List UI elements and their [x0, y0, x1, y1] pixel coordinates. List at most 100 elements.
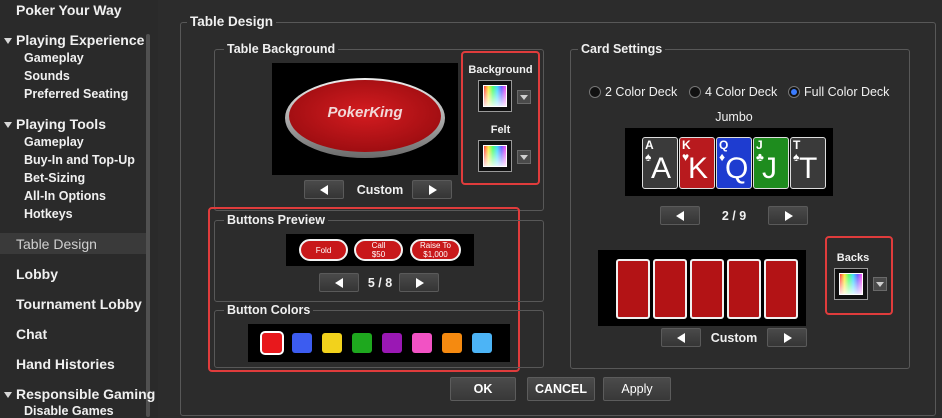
sidebar-group-playing-tools[interactable]: Playing Tools [16, 116, 106, 132]
card-back [727, 259, 761, 319]
playing-card: Q ♦ Q [716, 137, 752, 189]
button-color-swatch[interactable] [322, 333, 342, 353]
card-size-label: Jumbo [715, 110, 753, 124]
fold-preview-button: Fold [299, 239, 348, 261]
backs-prev-button[interactable] [661, 328, 701, 347]
playing-card: J ♣ J [753, 137, 789, 189]
button-color-swatch[interactable] [442, 333, 462, 353]
call-preview-button: Call $50 [354, 239, 403, 261]
color-spectrum-icon [839, 273, 863, 295]
fold-preview-label: Fold [315, 245, 332, 255]
pokerking-logo: PokerKing [327, 104, 403, 121]
sidebar-item-sounds[interactable]: Sounds [24, 69, 70, 83]
arrow-left-icon [335, 278, 343, 288]
button-color-swatch[interactable] [412, 333, 432, 353]
arrow-left-icon [676, 211, 684, 221]
sidebar-item-lobby[interactable]: Lobby [16, 266, 58, 282]
ok-button[interactable]: OK [450, 377, 516, 401]
raise-preview-amount: $1,000 [423, 250, 448, 259]
felt-color-picker[interactable] [478, 140, 512, 172]
sidebar-item-poker-your-way[interactable]: Poker Your Way [16, 2, 122, 18]
button-colors-title: Button Colors [224, 303, 314, 317]
backs-next-button[interactable] [767, 328, 807, 347]
cards-page-indicator: 2 / 9 [721, 209, 747, 223]
label-full-color-deck: Full Color Deck [804, 85, 890, 99]
arrow-right-icon [784, 333, 792, 343]
sidebar-item-table-design[interactable]: Table Design [16, 236, 97, 252]
backs-dropdown-button[interactable] [873, 277, 887, 291]
sidebar-item-chat[interactable]: Chat [16, 326, 47, 342]
buttons-prev-button[interactable] [319, 273, 359, 292]
chevron-down-icon[interactable] [4, 122, 12, 128]
table-design-panel: Table Design Table Background PokerKing … [158, 0, 942, 418]
playing-card: A ♠ A [642, 137, 678, 189]
background-label: Background [468, 64, 533, 76]
page-title: Table Design [187, 14, 277, 29]
sidebar-item-hand-histories[interactable]: Hand Histories [16, 356, 115, 372]
raise-preview-button: Raise To $1,000 [410, 239, 461, 261]
chevron-down-icon[interactable] [4, 38, 12, 44]
button-color-swatch[interactable] [382, 333, 402, 353]
background-dropdown-button[interactable] [517, 90, 531, 104]
backs-color-picker[interactable] [834, 268, 868, 300]
button-color-swatch[interactable] [352, 333, 372, 353]
sidebar-group-playing-experience[interactable]: Playing Experience [16, 32, 144, 48]
table-style-label: Custom [356, 183, 404, 197]
background-color-picker[interactable] [478, 80, 512, 112]
settings-sidebar: Poker Your Way Playing Experience Gamepl… [0, 0, 158, 418]
table-next-button[interactable] [412, 180, 452, 199]
sidebar-item-all-in-options[interactable]: All-In Options [24, 189, 106, 203]
card-rank-large: J [762, 152, 777, 185]
cancel-button[interactable]: CANCEL [527, 377, 595, 401]
button-colors-area [248, 324, 510, 362]
buttons-preview-title: Buttons Preview [224, 213, 328, 227]
sidebar-item-hotkeys[interactable]: Hotkeys [24, 207, 73, 221]
playing-card: T ♠ T [790, 137, 826, 189]
table-prev-button[interactable] [304, 180, 344, 199]
card-back [690, 259, 724, 319]
card-back [616, 259, 650, 319]
card-rank-large: T [799, 152, 818, 185]
chevron-down-icon[interactable] [4, 392, 12, 398]
arrow-right-icon [429, 185, 437, 195]
backs-style-label: Custom [710, 331, 758, 345]
label-4-color-deck: 4 Color Deck [705, 85, 778, 99]
color-spectrum-icon [483, 145, 507, 167]
sidebar-scrollbar[interactable] [146, 34, 150, 417]
card-rank-large: Q [725, 152, 749, 185]
buttons-next-button[interactable] [399, 273, 439, 292]
backs-label: Backs [836, 252, 870, 264]
sidebar-item-gameplay[interactable]: Gameplay [24, 51, 84, 65]
felt-label: Felt [490, 124, 511, 136]
button-color-swatch[interactable] [260, 331, 284, 355]
label-2-color-deck: 2 Color Deck [605, 85, 678, 99]
arrow-left-icon [320, 185, 328, 195]
sidebar-item-disable-games[interactable]: Disable Games [24, 404, 114, 418]
sidebar-item-buy-in[interactable]: Buy-In and Top-Up [24, 153, 135, 167]
sidebar-item-bet-sizing[interactable]: Bet-Sizing [24, 171, 85, 185]
sidebar-group-responsible-gaming[interactable]: Responsible Gaming [16, 386, 155, 402]
cards-prev-button[interactable] [660, 206, 700, 225]
buttons-page-indicator: 5 / 8 [367, 276, 393, 290]
call-preview-label: Call [371, 241, 386, 250]
button-color-swatch[interactable] [292, 333, 312, 353]
color-spectrum-icon [483, 85, 507, 107]
apply-button[interactable]: Apply [603, 377, 671, 401]
radio-full-color-deck[interactable] [788, 86, 800, 98]
sidebar-item-preferred-seating[interactable]: Preferred Seating [24, 87, 128, 101]
arrow-right-icon [416, 278, 424, 288]
table-background-title: Table Background [224, 42, 339, 56]
arrow-left-icon [677, 333, 685, 343]
button-color-swatch[interactable] [472, 333, 492, 353]
card-back [764, 259, 798, 319]
radio-2-color-deck[interactable] [589, 86, 601, 98]
card-rank-large: A [651, 152, 672, 185]
felt-dropdown-button[interactable] [517, 150, 531, 164]
card-rank-large: K [688, 152, 709, 185]
radio-4-color-deck[interactable] [689, 86, 701, 98]
sidebar-item-tools-gameplay[interactable]: Gameplay [24, 135, 84, 149]
sidebar-item-tournament-lobby[interactable]: Tournament Lobby [16, 296, 142, 312]
arrow-right-icon [785, 211, 793, 221]
cards-next-button[interactable] [768, 206, 808, 225]
playing-card: K ♥ K [679, 137, 715, 189]
